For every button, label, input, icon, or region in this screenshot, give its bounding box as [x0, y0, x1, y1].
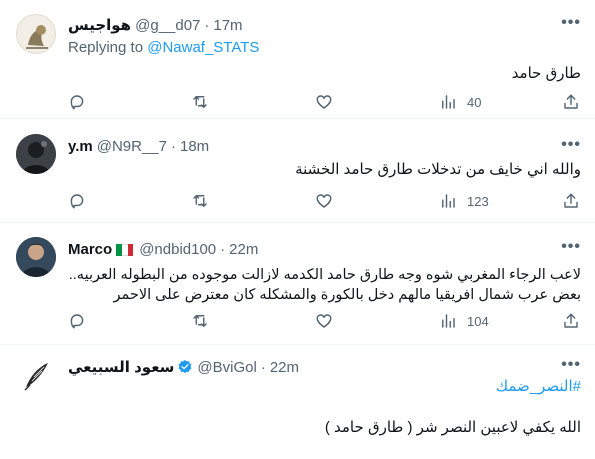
timestamp[interactable]: 18m — [180, 138, 209, 155]
tweet-text: والله اني خايف من تدخلات طارق حامد الخشن… — [295, 160, 581, 180]
replying-prefix: Replying to — [68, 39, 144, 56]
reply-button[interactable] — [68, 90, 86, 114]
tweet-actions: 40 — [60, 90, 590, 114]
share-icon — [564, 193, 578, 208]
tweet-2[interactable]: y.m @N9R__7 · 18m ••• والله اني خايف من … — [0, 118, 595, 223]
tweet-header: هواجيس @g__d07 · 17m — [68, 16, 243, 35]
views-button[interactable]: 104 — [439, 309, 489, 333]
separator-dot: · — [220, 241, 226, 258]
views-icon — [442, 95, 455, 109]
more-icon[interactable]: ••• — [561, 238, 581, 256]
share-icon — [564, 94, 578, 109]
tweet-actions: 123 — [60, 189, 590, 213]
italy-flag-icon — [116, 243, 134, 256]
like-button[interactable] — [315, 189, 333, 213]
timestamp[interactable]: 17m — [213, 17, 242, 34]
tweet-actions: 104 — [60, 309, 590, 333]
reply-icon — [70, 314, 84, 329]
retweet-icon — [193, 195, 207, 207]
display-name[interactable]: Marco — [68, 241, 112, 258]
separator-dot: · — [171, 138, 176, 155]
separator-dot: · — [204, 16, 210, 34]
like-button[interactable] — [315, 309, 333, 333]
views-count: 123 — [467, 193, 489, 209]
display-name[interactable]: سعود السبيعي — [68, 358, 174, 376]
user-handle[interactable]: @g__d07 — [135, 17, 200, 34]
share-button[interactable] — [562, 309, 580, 333]
views-button[interactable]: 123 — [439, 189, 489, 213]
tweet-header: Marco @ndbid100 · 22m — [68, 241, 258, 258]
reply-icon — [70, 194, 84, 209]
retweet-icon — [193, 315, 207, 327]
heart-icon — [316, 95, 332, 109]
display-name[interactable]: هواجيس — [68, 16, 131, 34]
retweet-button[interactable] — [191, 189, 209, 213]
tweet-text-line: طارق حامد — [511, 65, 581, 82]
share-button[interactable] — [562, 90, 580, 114]
retweet-button[interactable] — [191, 90, 209, 114]
tweet-text: #النصر_ضمك الله يكفي لاعبين النصر شر ( ط… — [325, 377, 581, 438]
like-button[interactable] — [315, 90, 333, 114]
tweet-header: سعود السبيعي @BviGol · 22m — [68, 358, 299, 377]
share-icon — [564, 313, 578, 328]
tweet-text: لاعب الرجاء المغربي شوه وجه طارق حامد ال… — [69, 265, 581, 305]
tweet-4[interactable]: سعود السبيعي @BviGol · 22m ••• #النصر_ضم… — [0, 344, 595, 459]
hashtag-link[interactable]: #النصر_ضمك — [325, 377, 581, 397]
avatar[interactable] — [16, 355, 56, 395]
share-button[interactable] — [562, 189, 580, 213]
avatar[interactable] — [16, 134, 56, 174]
reply-button[interactable] — [68, 309, 86, 333]
tweet-1[interactable]: هواجيس @g__d07 · 17m ••• Replying to @Na… — [0, 0, 595, 119]
heart-icon — [316, 194, 332, 208]
more-icon[interactable]: ••• — [561, 14, 581, 32]
tweet-text-line: والله اني خايف من تدخلات طارق حامد الخشن… — [295, 161, 581, 178]
views-icon — [442, 194, 455, 208]
tweet-text-line: الله يكفي لاعبين النصر شر ( طارق حامد ) — [324, 419, 581, 436]
views-count: 104 — [467, 313, 489, 329]
retweet-button[interactable] — [191, 309, 209, 333]
tweet-3[interactable]: Marco @ndbid100 · 22m ••• لاعب الرجاء ال… — [0, 222, 595, 345]
more-icon[interactable]: ••• — [561, 356, 581, 374]
user-handle[interactable]: @N9R__7 — [97, 138, 167, 155]
separator-dot: · — [260, 358, 266, 376]
avatar[interactable] — [16, 237, 56, 277]
views-count: 40 — [467, 94, 482, 110]
user-handle[interactable]: @BviGol — [197, 359, 256, 376]
tweet-text: طارق حامد — [512, 64, 581, 84]
replying-to-link[interactable]: @Nawaf_STATS — [147, 39, 259, 56]
tweet-header: y.m @N9R__7 · 18m — [68, 138, 209, 155]
user-handle[interactable]: @ndbid100 — [139, 241, 216, 258]
verified-badge-icon — [179, 360, 192, 374]
avatar[interactable] — [16, 14, 56, 54]
heart-icon — [316, 314, 332, 328]
tweet-text-line: بعض عرب شمال افريقيا مالهم دخل بالكورة و… — [113, 287, 582, 303]
tweet-text-line: لاعب الرجاء المغربي شوه وجه طارق حامد ال… — [68, 267, 581, 283]
replying-to: Replying to @Nawaf_STATS — [68, 39, 259, 56]
display-name[interactable]: y.m — [68, 138, 93, 155]
reply-button[interactable] — [68, 189, 86, 213]
timestamp[interactable]: 22m — [270, 359, 299, 376]
reply-icon — [70, 95, 84, 110]
views-icon — [442, 314, 455, 328]
retweet-icon — [193, 96, 207, 108]
views-button[interactable]: 40 — [439, 90, 481, 114]
more-icon[interactable]: ••• — [561, 136, 581, 154]
timestamp[interactable]: 22m — [229, 241, 258, 258]
flag-stripe — [127, 243, 134, 256]
